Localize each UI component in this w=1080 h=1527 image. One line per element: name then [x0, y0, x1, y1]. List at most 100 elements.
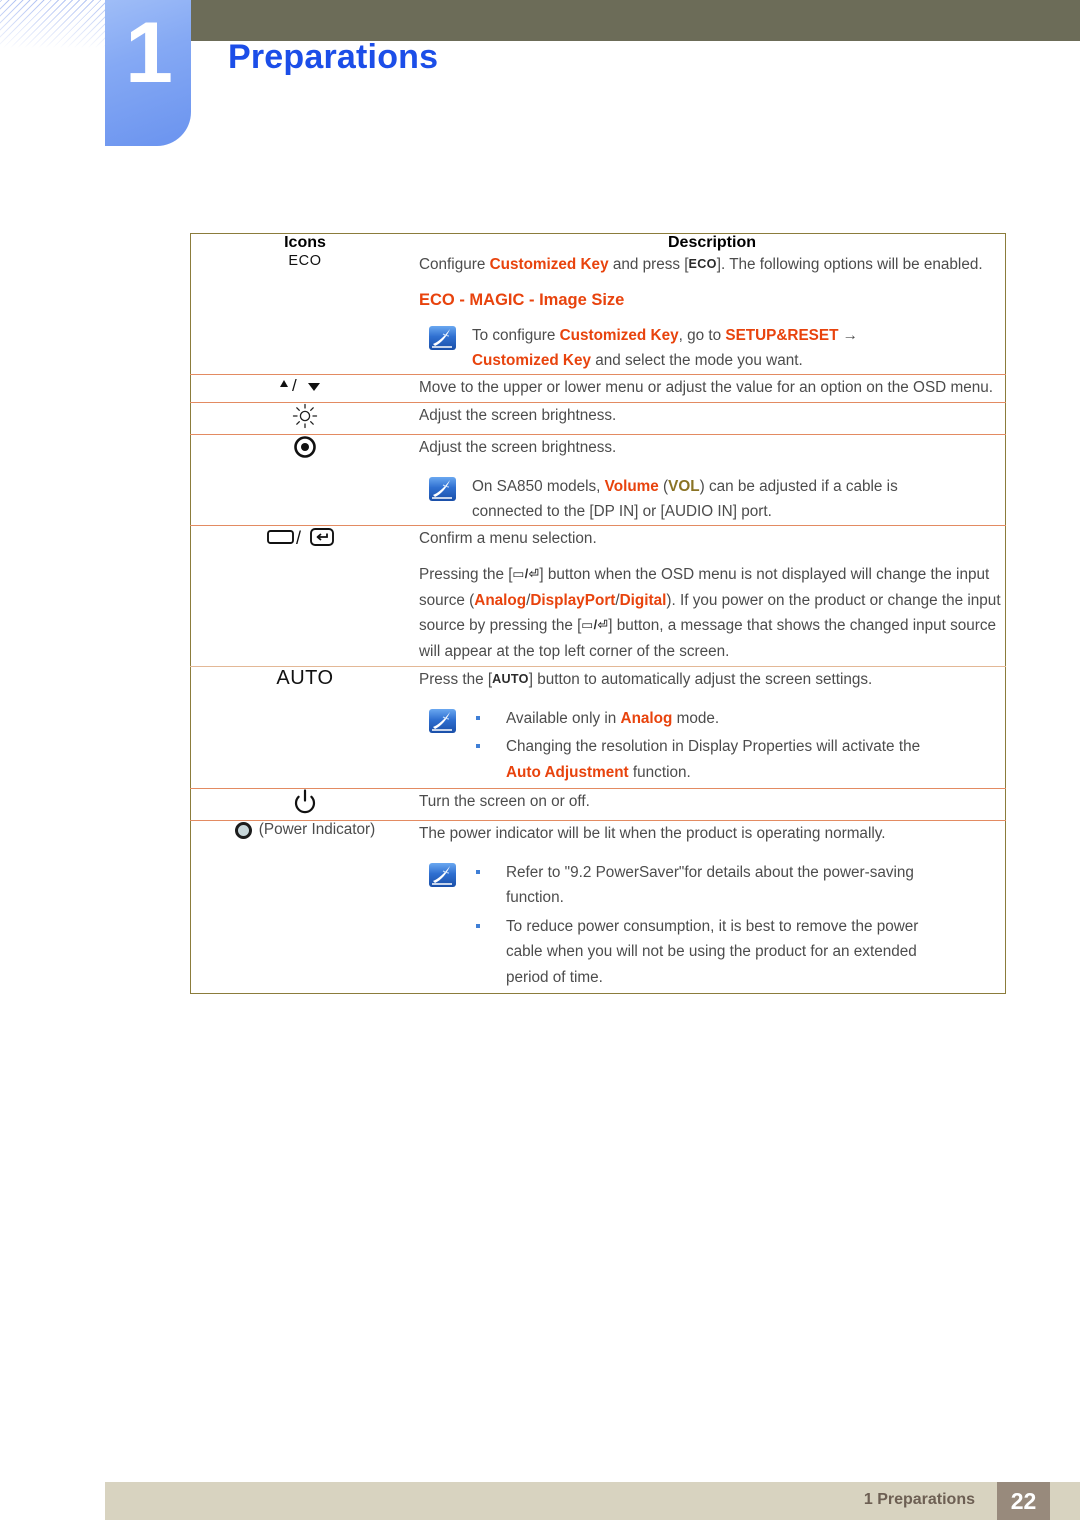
- note-pen-icon: [429, 325, 456, 350]
- svg-text:/: /: [296, 528, 301, 548]
- text-run: connected to the [DP IN] or [AUDIO IN] p…: [472, 503, 772, 520]
- description-paragraph: Configure Customized Key and press [ECO]…: [419, 252, 1005, 278]
- note-line: Auto Adjustment function.: [506, 760, 1005, 786]
- text-run: , go to: [678, 326, 726, 344]
- bullet-marker-icon: [472, 860, 506, 911]
- highlight-term: Volume: [604, 477, 659, 495]
- key-label: ECO: [688, 257, 717, 271]
- note-line: To reduce power consumption, it is best …: [506, 914, 1005, 940]
- key-label: AUTO: [492, 672, 529, 686]
- note-body: To configure Customized Key , go to SETUP…: [472, 323, 1005, 374]
- text-run: Refer to "9.2 PowerSaver"for details abo…: [506, 863, 914, 881]
- text-run: →: [838, 326, 858, 344]
- highlight-term: DisplayPort: [530, 591, 616, 609]
- table-row: AUTO Press the [AUTO] button to automatic…: [190, 666, 1006, 789]
- highlight-term: SETUP&RESET: [725, 326, 839, 344]
- column-header-icons: Icons: [284, 234, 326, 251]
- description-paragraph: Adjust the screen brightness.: [419, 435, 1005, 461]
- text-run: Turn the screen on or off.: [419, 793, 590, 810]
- text-run: and select the mode you want.: [591, 352, 803, 369]
- highlight-term: Auto Adjustment: [506, 763, 629, 781]
- description-paragraph: Pressing the [▭/⏎] button when the OSD m…: [419, 562, 1005, 664]
- auto-button-label: AUTO: [276, 667, 334, 689]
- description-cell: Confirm a menu selection. Pressing the [ ▭…: [419, 524, 1006, 667]
- bullet-marker-icon: [472, 914, 506, 991]
- description-paragraph: Move to the upper or lower menu or adjus…: [419, 375, 1005, 401]
- highlight-term: Digital: [619, 591, 667, 609]
- table-header-row: Icons Description: [191, 234, 1006, 253]
- description-paragraph: Turn the screen on or off.: [419, 789, 1005, 815]
- page-number-box: 22: [997, 1482, 1050, 1520]
- text-run: Adjust the screen brightness.: [419, 439, 617, 456]
- table-body: ECO Configure Customized Key and press [E…: [190, 252, 1006, 994]
- note-line: cable when you will not be using the pro…: [506, 939, 1005, 965]
- text-run: function.: [506, 889, 564, 906]
- note-bullet-item: Changing the resolution in Display Prope…: [472, 734, 1005, 785]
- power-indicator-dot-icon: [234, 821, 252, 839]
- table-row: Adjust the screen brightness.: [190, 402, 1006, 435]
- text-run: Move to the upper or lower menu or adjus…: [419, 378, 993, 396]
- bullet-marker-icon: [472, 734, 506, 785]
- brightness-sun-icon: [292, 403, 318, 429]
- table-row: Turn the screen on or off.: [190, 788, 1006, 821]
- note-bullet-item: Available only in Analog mode.: [472, 706, 1005, 732]
- footer-chapter-label: 1 Preparations: [863, 1491, 975, 1508]
- description-paragraph: The power indicator will be lit when the…: [419, 821, 1005, 847]
- note-block: Refer to "9.2 PowerSaver"for details abo…: [419, 860, 1005, 994]
- header-olive-bar: [190, 0, 1080, 41]
- up-down-arrow-icon: /: [274, 376, 336, 399]
- note-line: function.: [506, 885, 1005, 911]
- icon-cell-auto-button: AUTO: [190, 666, 419, 789]
- text-run: On SA850 models,: [472, 477, 605, 495]
- text-run: To configure: [472, 326, 560, 344]
- power-icon: [293, 789, 317, 819]
- text-run: Adjust the screen brightness.: [419, 407, 617, 424]
- icon-cell-up-down-arrow-button: /: [190, 373, 419, 403]
- icon-cell-eco-button: ECO: [191, 252, 420, 374]
- note-pen-icon: [429, 862, 456, 887]
- description-cell: Move to the upper or lower menu or adjus…: [419, 373, 1006, 403]
- description-cell: Adjust the screen brightness.: [419, 402, 1006, 435]
- table-row: / Move to the upper or lower menu or adju…: [190, 373, 1006, 403]
- note-pen-icon: [429, 476, 456, 501]
- bullet-text: Available only in Analog mode.: [506, 706, 1005, 732]
- decorative-hatch-pattern: [0, 0, 110, 48]
- note-bullet-item: To reduce power consumption, it is best …: [472, 914, 1005, 991]
- text-run: ]. The following options will be enabled…: [716, 256, 983, 273]
- note-pen-icon: [429, 708, 456, 733]
- table-row: ECO Configure Customized Key and press [E…: [191, 252, 1006, 374]
- text-run: Press the [: [419, 671, 493, 688]
- eco-button-label: ECO: [288, 253, 322, 269]
- note-line: connected to the [DP IN] or [AUDIO IN] p…: [472, 499, 1005, 525]
- text-run: Available only in: [506, 709, 621, 727]
- chapter-number-tab: 1: [105, 0, 191, 146]
- bullet-text: To reduce power consumption, it is best …: [506, 914, 1005, 991]
- note-line: Customized Key and select the mode you w…: [472, 348, 1005, 374]
- bullet-marker-icon: [472, 706, 506, 732]
- note-line: period of time.: [506, 965, 1005, 991]
- note-line: On SA850 models, Volume (VOL) can be adj…: [472, 474, 1005, 500]
- table-row: Adjust the screen brightness. On SA850 mo…: [190, 434, 1006, 525]
- chapter-number: 1: [125, 5, 173, 101]
- option-list-heading: ECO - MAGIC - Image Size: [419, 290, 625, 309]
- column-header-description: Description: [667, 234, 756, 251]
- note-block: On SA850 models, Volume (VOL) can be adj…: [419, 474, 1005, 525]
- description-cell: Configure Customized Key and press [ECO]…: [419, 252, 1006, 374]
- highlight-term: Analog: [474, 591, 527, 609]
- source-enter-icon: /: [267, 528, 343, 552]
- table-row: (Power Indicator) The power indicator wil…: [190, 820, 1006, 994]
- note-line: Available only in Analog mode.: [506, 706, 1005, 732]
- bullet-text: Refer to "9.2 PowerSaver"for details abo…: [506, 860, 1005, 911]
- volume-circle-icon: [293, 436, 317, 463]
- key-label: ▭/⏎: [581, 618, 609, 632]
- text-run: Pressing the [: [419, 566, 513, 583]
- description-paragraph: Adjust the screen brightness.: [419, 403, 1005, 429]
- text-run: Confirm a menu selection.: [419, 529, 597, 547]
- text-run: cable when you will not be using the pro…: [506, 943, 917, 960]
- description-paragraph: Confirm a menu selection.: [419, 526, 1005, 552]
- text-run: function.: [628, 763, 691, 781]
- icon-cell-enter-menu-button: /: [190, 524, 419, 667]
- icons-description-table: Icons Description ECO Configure Customize…: [190, 233, 1006, 994]
- power-indicator-label: (Power Indicator): [258, 821, 376, 838]
- highlight-term: Customized Key: [472, 352, 591, 369]
